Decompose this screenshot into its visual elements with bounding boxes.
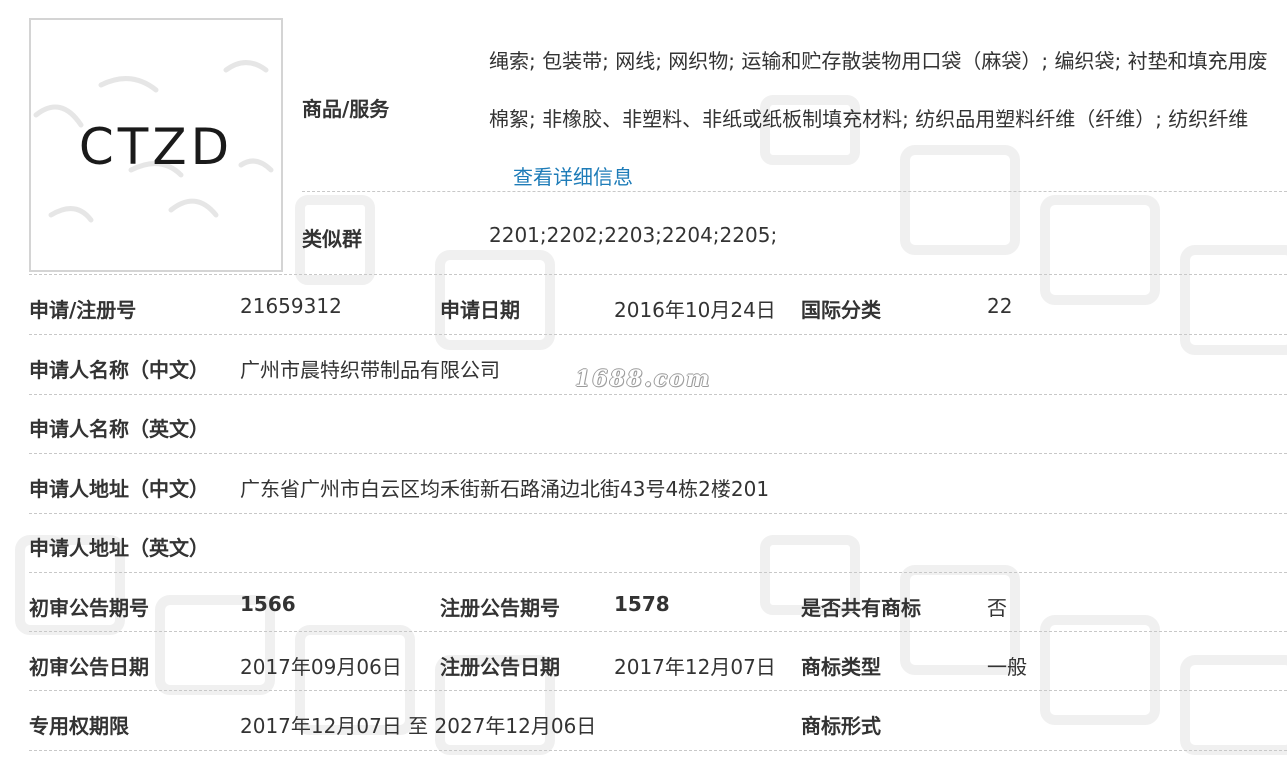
reg-date-value: 2017年12月07日 [614,655,776,679]
shared-trademark-label: 是否共有商标 [801,596,921,620]
divider [29,750,1287,751]
goods-services-label: 商品/服务 [302,97,390,121]
applicant-address-cn-label: 申请人地址（中文） [29,477,209,501]
reg-number-label: 申请/注册号 [29,298,137,322]
divider [29,394,1287,395]
similar-group-value: 2201;2202;2203;2204;2205; [489,223,778,247]
reg-issue-label: 注册公告期号 [440,596,560,620]
applicant-name-cn-value: 广州市晨特织带制品有限公司 [240,358,500,382]
applicant-name-en-label: 申请人名称（英文） [29,417,209,441]
goods-services-text: 绳索; 包装带; 网线; 网织物; 运输和贮存散装物用口袋（麻袋）; 编织袋; … [489,49,1268,131]
exclusive-term-value: 2017年12月07日 至 2027年12月06日 [240,714,597,738]
applicant-address-cn-value: 广东省广州市白云区均禾街新石路涌边北街43号4栋2楼201 [240,477,770,501]
reg-date-label: 注册公告日期 [440,655,560,679]
similar-group-label: 类似群 [302,227,362,251]
prelim-date-value: 2017年09月06日 [240,655,402,679]
divider [302,191,1287,192]
reg-issue-value: 1578 [614,592,670,616]
view-details-link[interactable]: 查看详细信息 [513,165,633,189]
prelim-date-label: 初审公告日期 [29,655,149,679]
trademark-logo-text: CTZD [78,118,234,176]
intl-class-value: 22 [987,294,1013,318]
goods-services-list: 绳索; 包装带; 网线; 网织物; 运输和贮存散装物用口袋（麻袋）; 编织袋; … [489,32,1279,206]
divider [29,274,1287,275]
watermark-site-text: 1688.com [575,366,712,392]
prelim-issue-value: 1566 [240,592,296,616]
divider [29,453,1287,454]
trademark-type-label: 商标类型 [801,655,881,679]
trademark-form-label: 商标形式 [801,714,881,738]
trademark-type-value: 一般 [987,655,1027,679]
applicant-address-en-label: 申请人地址（英文） [29,536,209,560]
divider [29,513,1287,514]
exclusive-term-label: 专用权期限 [29,714,129,738]
trademark-image: CTZD [29,18,283,272]
intl-class-label: 国际分类 [801,298,881,322]
shared-trademark-value: 否 [987,596,1007,620]
application-date-label: 申请日期 [440,298,520,322]
divider [29,572,1287,573]
divider [29,631,1287,632]
divider [29,334,1287,335]
application-date-value: 2016年10月24日 [614,298,776,322]
reg-number-value: 21659312 [240,294,342,318]
divider [29,690,1287,691]
applicant-name-cn-label: 申请人名称（中文） [29,358,209,382]
prelim-issue-label: 初审公告期号 [29,596,149,620]
